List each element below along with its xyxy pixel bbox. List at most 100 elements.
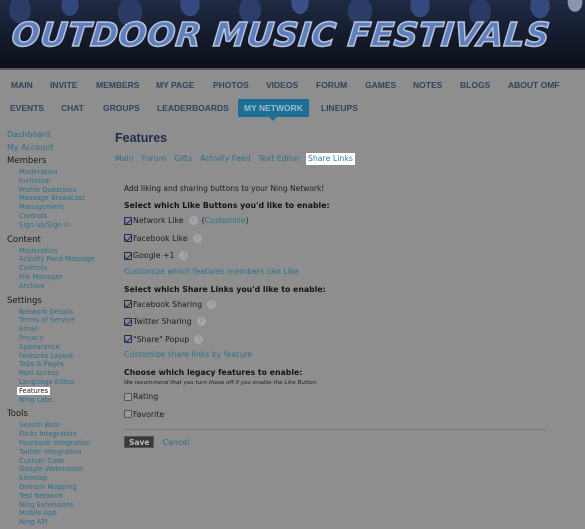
sidebar-item-test-network[interactable]: Test Network bbox=[7, 492, 107, 501]
sidebar-item-search-bots[interactable]: Search Bots bbox=[7, 421, 107, 430]
subtab-forum[interactable]: Forum bbox=[142, 153, 167, 165]
sidebar-item-activity-feed-message[interactable]: Activity Feed Message bbox=[7, 255, 107, 264]
nav-main[interactable]: MAIN bbox=[8, 76, 36, 94]
sidebar-item-google-webmaster[interactable]: Google Webmaster bbox=[7, 465, 107, 474]
option-facebook-sharing: Facebook Sharing ? bbox=[124, 296, 554, 314]
sidebar-item-file-manager[interactable]: File Manager bbox=[7, 273, 107, 282]
sidebar-item-invitation[interactable]: Invitation bbox=[7, 177, 107, 186]
sidebar-item-members-moderation[interactable]: Moderation bbox=[7, 168, 107, 177]
customize-wrapper: (Customize) bbox=[201, 216, 249, 226]
share-popup-checkbox[interactable] bbox=[124, 335, 132, 344]
network-like-checkbox[interactable] bbox=[124, 216, 132, 225]
sidebar-item-ning-extensions[interactable]: Ning Extensions bbox=[7, 501, 107, 510]
option-google-plus-one: Google +1 ? bbox=[124, 247, 554, 265]
nav-my-network[interactable]: MY NETWORK bbox=[238, 99, 309, 121]
sidebar-item-terms-of-service[interactable]: Terms of Service bbox=[7, 316, 107, 325]
nav-about-omf[interactable]: ABOUT OMF bbox=[505, 76, 562, 94]
like-buttons-heading: Select which Like Buttons you'd like to … bbox=[124, 201, 330, 210]
google-plus-one-checkbox[interactable] bbox=[124, 251, 132, 260]
sidebar-item-management[interactable]: Management bbox=[7, 203, 107, 212]
nav-invite[interactable]: INVITE bbox=[47, 76, 80, 94]
sidebar-my-account-link[interactable]: My Account bbox=[7, 142, 107, 155]
twitter-sharing-checkbox[interactable] bbox=[124, 317, 132, 326]
sidebar-item-ning-labs[interactable]: Ning Labs bbox=[7, 396, 107, 405]
save-button[interactable]: Save bbox=[124, 436, 155, 448]
sidebar-item-message-broadcast[interactable]: Message Broadcast bbox=[7, 194, 107, 203]
sidebar-item-tabs-pages[interactable]: Tabs & Pages bbox=[7, 360, 107, 369]
sidebar-item-network-details[interactable]: Network Details bbox=[7, 308, 107, 317]
sidebar-dashboard-link[interactable]: Dashboard bbox=[7, 129, 107, 142]
subtab-text-editor[interactable]: Text Editor bbox=[259, 153, 300, 165]
nav-videos[interactable]: VIDEOS bbox=[263, 76, 301, 94]
sidebar-item-flickr-integration[interactable]: Flickr Integration bbox=[7, 430, 107, 439]
sidebar-item-features[interactable]: Features bbox=[7, 386, 107, 396]
option-twitter-sharing: Twitter Sharing ? bbox=[124, 313, 554, 331]
nav-blogs[interactable]: BLOGS bbox=[457, 76, 493, 94]
nav-notes[interactable]: NOTES bbox=[410, 76, 445, 94]
help-icon[interactable]: ? bbox=[188, 216, 198, 226]
help-icon[interactable]: ? bbox=[207, 299, 217, 309]
subtab-main[interactable]: Main bbox=[115, 153, 134, 165]
sidebar-item-custom-code[interactable]: Custom Code bbox=[7, 457, 107, 466]
help-icon[interactable]: ? bbox=[194, 334, 204, 344]
nav-leaderboards[interactable]: LEADERBOARDS bbox=[154, 99, 232, 117]
rating-label: Rating bbox=[133, 392, 159, 402]
nav-forum[interactable]: FORUM bbox=[313, 76, 350, 94]
form-divider bbox=[124, 429, 546, 430]
sidebar-item-sitemap[interactable]: Sitemap bbox=[7, 474, 107, 483]
site-title[interactable]: OUTDOOR MUSIC FESTIVALS bbox=[9, 14, 553, 55]
facebook-sharing-checkbox[interactable] bbox=[124, 300, 132, 309]
nav-games[interactable]: GAMES bbox=[362, 76, 399, 94]
sidebar-item-members-controls[interactable]: Controls bbox=[7, 212, 107, 221]
sidebar-item-domain-mapping[interactable]: Domain Mapping bbox=[7, 483, 107, 492]
option-rating: Rating bbox=[124, 388, 554, 406]
sidebar-item-ning-api[interactable]: Ning API bbox=[7, 518, 107, 527]
nav-lineups[interactable]: LINEUPS bbox=[318, 99, 361, 117]
nav-photos[interactable]: PHOTOS bbox=[210, 76, 252, 94]
sidebar-item-profile-questions[interactable]: Profile Questions bbox=[7, 186, 107, 195]
sidebar-item-facebook-integration[interactable]: Facebook Integration bbox=[7, 439, 107, 448]
sidebar-item-features-layout[interactable]: Features Layout bbox=[7, 352, 107, 361]
option-network-like: Network Like ? (Customize) bbox=[124, 212, 554, 230]
sidebar-heading-tools: Tools bbox=[7, 409, 28, 420]
sidebar-item-privacy[interactable]: Privacy bbox=[7, 334, 107, 343]
facebook-sharing-label: Facebook Sharing bbox=[133, 299, 203, 309]
nav-my-page[interactable]: MY PAGE bbox=[153, 76, 197, 94]
subtab-gifts[interactable]: Gifts bbox=[174, 153, 192, 165]
rating-checkbox[interactable] bbox=[124, 392, 132, 401]
sidebar-heading-settings: Settings bbox=[7, 295, 42, 306]
facebook-like-checkbox[interactable] bbox=[124, 234, 132, 243]
favorite-label: Favorite bbox=[133, 409, 165, 419]
option-favorite: Favorite bbox=[124, 406, 554, 424]
cancel-link[interactable]: Cancel bbox=[162, 438, 189, 447]
nav-chat[interactable]: CHAT bbox=[58, 99, 87, 117]
help-icon[interactable]: ? bbox=[179, 251, 189, 261]
help-icon[interactable]: ? bbox=[196, 317, 206, 327]
favorite-checkbox[interactable] bbox=[124, 410, 132, 419]
sidebar-item-mobile-app[interactable]: Mobile App bbox=[7, 509, 107, 518]
subtab-activity-feed[interactable]: Activity Feed bbox=[200, 153, 250, 165]
sidebar-item-content-controls[interactable]: Controls bbox=[7, 264, 107, 273]
help-icon[interactable]: ? bbox=[192, 233, 202, 243]
sidebar-item-twitter-integration[interactable]: Twitter Integration bbox=[7, 448, 107, 457]
sidebar-item-appearance[interactable]: Appearance bbox=[7, 343, 107, 352]
customize-like-features-link[interactable]: Customize which features members can Lik… bbox=[124, 265, 554, 279]
option-facebook-like: Facebook Like ? bbox=[124, 230, 554, 248]
sidebar-item-content-moderation[interactable]: Moderation bbox=[7, 247, 107, 256]
page-title: Features bbox=[115, 131, 168, 145]
sidebar-item-paid-access[interactable]: Paid Access bbox=[7, 369, 107, 378]
customize-share-links-link[interactable]: Customize share links by feature bbox=[124, 348, 554, 362]
nav-events[interactable]: EVENTS bbox=[7, 99, 47, 117]
share-popup-label: "Share" Popup bbox=[133, 334, 190, 344]
customize-network-like-link[interactable]: Customize bbox=[205, 216, 246, 225]
nav-groups[interactable]: GROUPS bbox=[100, 99, 143, 117]
subtab-share-links[interactable]: Share Links bbox=[305, 153, 355, 165]
sidebar-item-language-editor[interactable]: Language Editor bbox=[7, 378, 107, 387]
sidebar-item-email[interactable]: Email bbox=[7, 325, 107, 334]
sidebar-item-archive[interactable]: Archive bbox=[7, 282, 107, 291]
nav-members[interactable]: MEMBERS bbox=[93, 76, 142, 94]
share-links-form: Add liking and sharing buttons to your N… bbox=[124, 183, 554, 448]
network-like-label: Network Like bbox=[133, 216, 184, 226]
sidebar-item-sign-up[interactable]: Sign up/Sign in bbox=[7, 221, 107, 230]
intro-text: Add liking and sharing buttons to your N… bbox=[124, 184, 325, 193]
